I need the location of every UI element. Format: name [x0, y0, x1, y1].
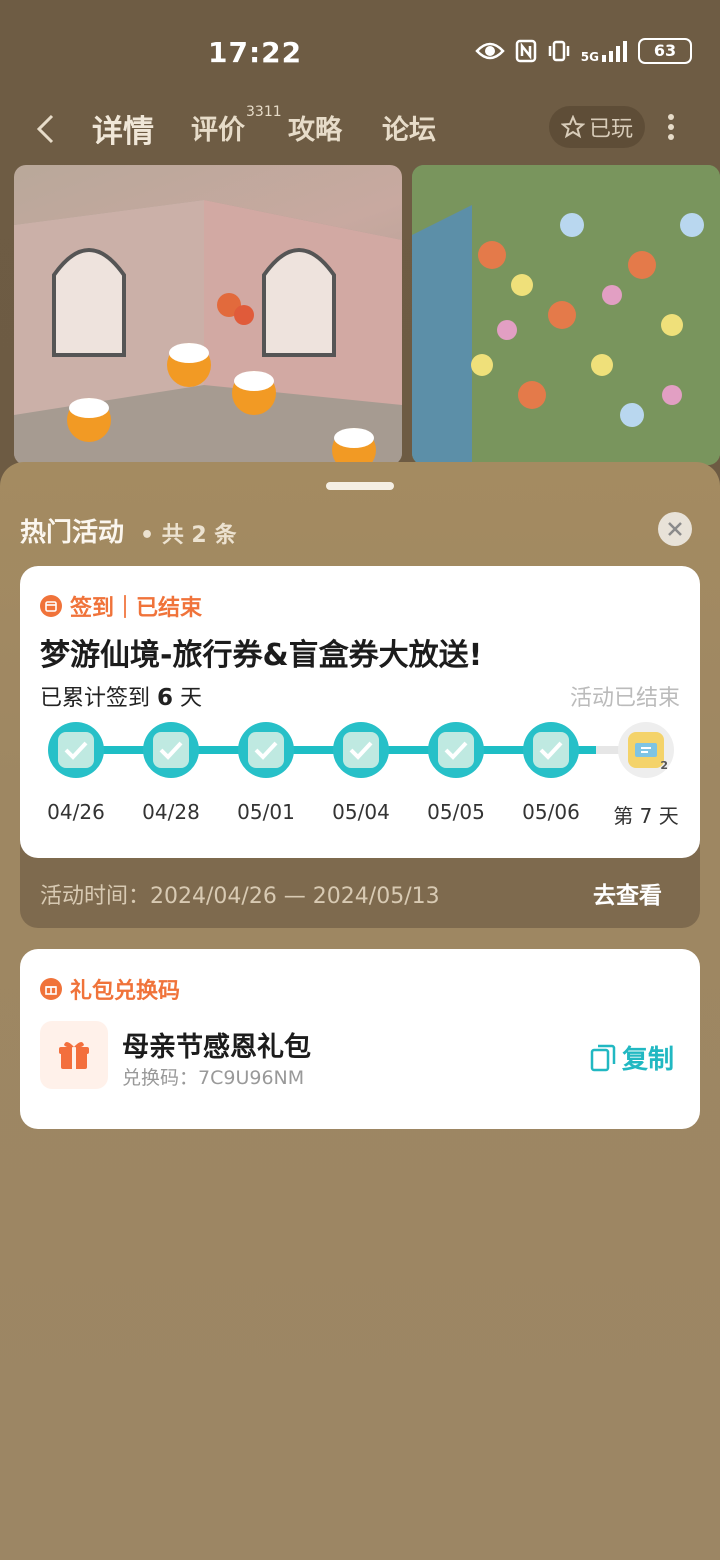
- gift-tag-label: 礼包兑换码: [70, 979, 181, 1004]
- activity-card[interactable]: 签到｜已结束 梦游仙境-旅行券&盲盒券大放送! 已累计签到 6 天 活动已结束 …: [20, 566, 700, 858]
- vibrate-icon: [548, 40, 570, 62]
- checkin-day-label: 05/05: [427, 800, 485, 824]
- check-icon: [254, 741, 278, 760]
- ticket-icon: [635, 743, 657, 757]
- view-activity-button[interactable]: 去查看: [593, 876, 662, 910]
- game-screenshot-2[interactable]: [412, 165, 720, 465]
- back-arrow-icon[interactable]: [34, 114, 58, 144]
- activity-tag: 签到｜已结束: [40, 590, 202, 622]
- checkin-day-node: [523, 722, 579, 778]
- tab-details[interactable]: 详情: [92, 106, 154, 151]
- tab-reviews[interactable]: 评价: [191, 108, 245, 147]
- checkin-progress: 已累计签到 6 天: [40, 685, 203, 711]
- checkin-day-node: [238, 722, 294, 778]
- checkin-day-7-node: 2: [618, 722, 674, 778]
- check-icon: [539, 741, 563, 760]
- signal-icon: [602, 41, 627, 62]
- sheet-count: • 共 2 条: [140, 523, 237, 548]
- game-screenshot-1[interactable]: [14, 165, 402, 465]
- top-nav: 详情 评价 3311 攻略 论坛 已玩: [0, 100, 720, 156]
- screenshot-art-2: [412, 165, 720, 465]
- reward-count: 2: [660, 759, 668, 772]
- played-label: 已玩: [588, 117, 633, 142]
- close-icon: [668, 522, 682, 536]
- tab-forum[interactable]: 论坛: [382, 108, 436, 147]
- star-outline-icon: [560, 115, 585, 139]
- check-icon: [444, 741, 468, 760]
- check-icon: [349, 741, 373, 760]
- played-button[interactable]: 已玩: [549, 106, 645, 148]
- battery-icon: 63: [638, 38, 692, 64]
- activity-card-wrapper: 签到｜已结束 梦游仙境-旅行券&盲盒券大放送! 已累计签到 6 天 活动已结束 …: [20, 566, 700, 928]
- gift-tag: 礼包兑换码: [40, 973, 180, 1005]
- gift-small-icon: [40, 978, 62, 1000]
- checkin-day-node: [143, 722, 199, 778]
- checkin-days: 6: [157, 685, 174, 711]
- eye-icon: [475, 42, 505, 60]
- reviews-count-badge: 3311: [246, 104, 282, 120]
- check-icon: [159, 741, 183, 760]
- gift-name: 母亲节感恩礼包: [122, 1032, 311, 1063]
- sheet-drag-handle[interactable]: [326, 482, 394, 490]
- sheet-title: 热门活动: [20, 518, 125, 548]
- network-5g: 5G: [581, 40, 628, 63]
- checkin-day-label: 第 7 天: [613, 804, 679, 828]
- checkin-day-node: [428, 722, 484, 778]
- gift-icon: [40, 1021, 108, 1089]
- checkin-day-label: 05/01: [237, 800, 295, 824]
- close-button[interactable]: [658, 512, 692, 546]
- gift-code-card: 礼包兑换码 母亲节感恩礼包 兑换码：7C9U96NM 复制: [20, 949, 700, 1129]
- activity-time: 活动时间：2024/04/26 — 2024/05/13: [40, 884, 440, 909]
- tab-guides[interactable]: 攻略: [288, 108, 342, 147]
- calendar-icon: [40, 595, 62, 617]
- copy-button[interactable]: 复制: [590, 1039, 674, 1076]
- activity-status: 活动已结束: [569, 686, 680, 711]
- activities-sheet: 热门活动 • 共 2 条 签到｜已结束 梦游仙境-旅行券&盲盒券大放送! 已累计…: [0, 462, 720, 1560]
- gift-code-value: 7C9U96NM: [198, 1067, 305, 1089]
- checkin-day-node: [48, 722, 104, 778]
- nfc-icon: [515, 39, 537, 63]
- activity-tag-label: 签到｜已结束: [70, 596, 203, 621]
- copy-label: 复制: [621, 1045, 674, 1075]
- checkin-day-label: 05/06: [522, 800, 580, 824]
- status-bar: 17:22 5G 63: [0, 0, 720, 100]
- checkin-day-label: 05/04: [332, 800, 390, 824]
- status-time: 17:22: [208, 36, 303, 69]
- activity-time-range: 2024/04/26 — 2024/05/13: [150, 884, 440, 909]
- copy-icon: [590, 1044, 616, 1071]
- more-vertical-icon[interactable]: [664, 112, 678, 142]
- checkin-day-label: 04/28: [142, 800, 200, 824]
- gift-code: 兑换码：7C9U96NM: [122, 1067, 305, 1089]
- checkin-day-node: [333, 722, 389, 778]
- screenshot-art-1: [14, 200, 402, 465]
- checkin-day-label: 04/26: [47, 800, 105, 824]
- check-icon: [64, 741, 88, 760]
- status-icons: 5G 63: [475, 38, 692, 64]
- activity-title: 梦游仙境-旅行券&盲盒券大放送!: [40, 638, 483, 673]
